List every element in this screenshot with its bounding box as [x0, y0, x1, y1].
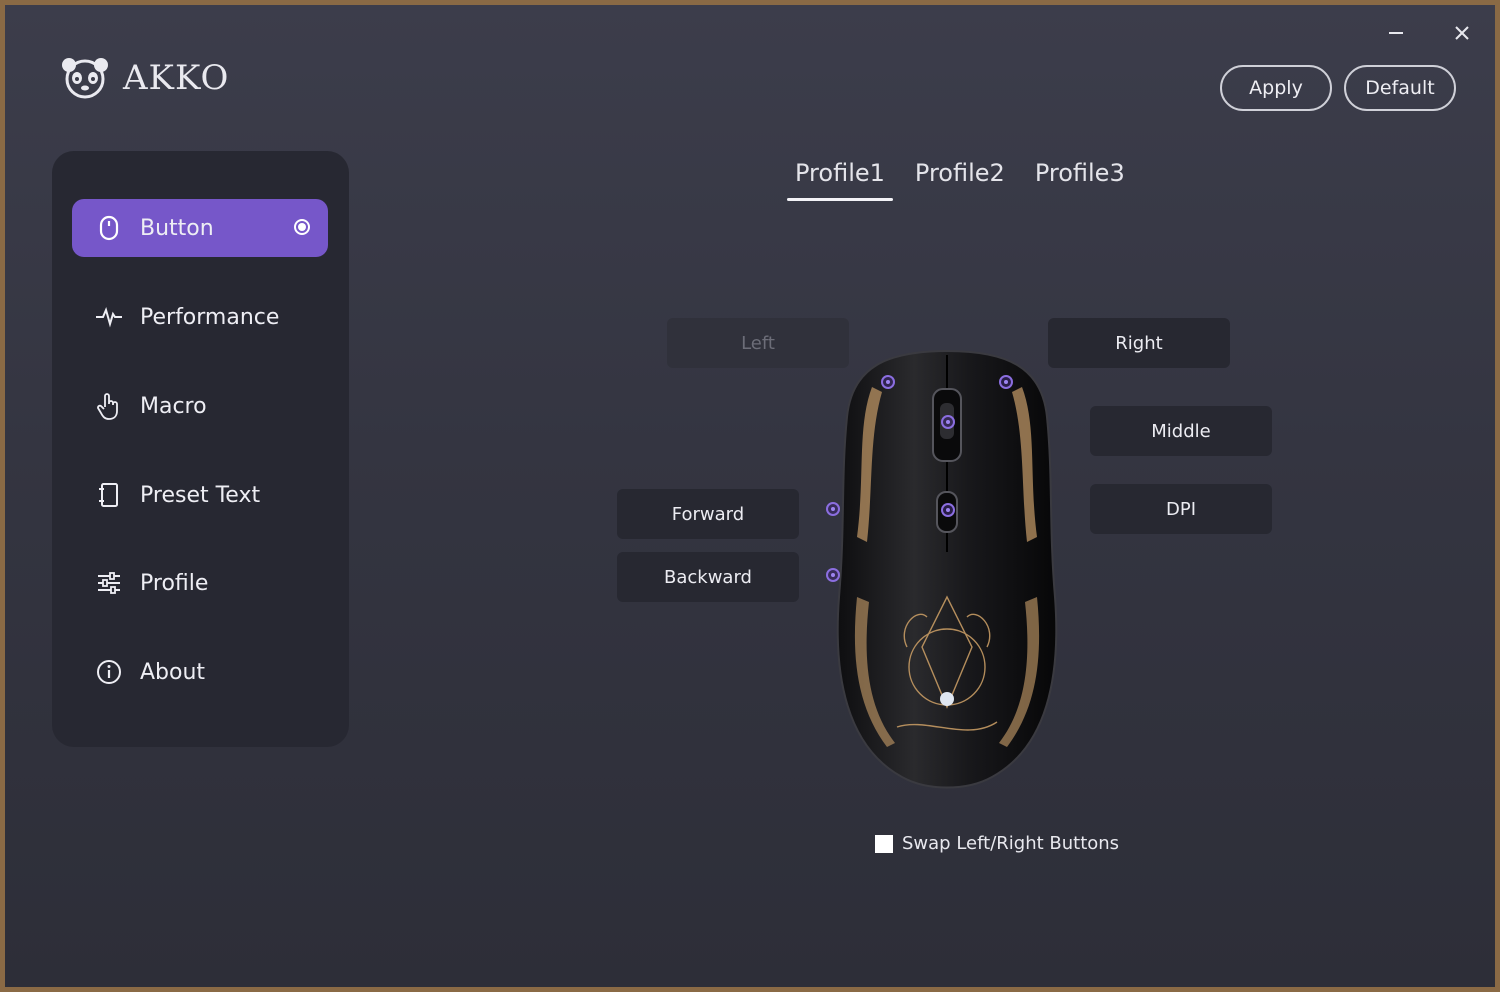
info-icon: [94, 657, 124, 687]
middle-button-assign[interactable]: Middle: [1090, 406, 1272, 456]
sidebar: Button Performance Macro Preset Text Pro…: [52, 151, 349, 747]
dpi-button-assign[interactable]: DPI: [1090, 484, 1272, 534]
backward-button-hotspot[interactable]: [826, 568, 840, 582]
sidebar-item-label: Preset Text: [140, 482, 261, 508]
swap-buttons-option[interactable]: Swap Left/Right Buttons: [875, 833, 1119, 854]
dpi-button-hotspot[interactable]: [941, 503, 955, 517]
active-indicator-icon: [294, 219, 310, 235]
right-button-assign[interactable]: Right: [1048, 318, 1230, 368]
backward-button-assign[interactable]: Backward: [617, 552, 799, 602]
hand-pointer-icon: [94, 391, 124, 421]
close-icon[interactable]: [1448, 19, 1476, 47]
swap-buttons-checkbox[interactable]: [875, 834, 893, 853]
sliders-icon: [94, 568, 124, 598]
app-logo: AKKO: [55, 53, 229, 103]
notebook-icon: [94, 480, 124, 510]
sidebar-item-macro[interactable]: Macro: [72, 377, 328, 435]
minimize-icon[interactable]: [1382, 19, 1410, 47]
panda-logo-icon: [62, 58, 108, 99]
sidebar-item-label: About: [140, 659, 206, 685]
sidebar-item-profile[interactable]: Profile: [72, 554, 328, 612]
left-button-hotspot[interactable]: [881, 375, 895, 389]
app-window: AKKO Apply Default Button Performance Ma…: [5, 5, 1495, 987]
tab-profile1[interactable]: Profile1: [787, 155, 893, 201]
brand-name: AKKO: [123, 58, 230, 98]
middle-button-hotspot[interactable]: [941, 415, 955, 429]
sidebar-item-preset-text[interactable]: Preset Text: [72, 466, 328, 524]
tab-profile3[interactable]: Profile3: [1027, 155, 1133, 197]
profile-tabs: Profile1 Profile2 Profile3: [787, 155, 1147, 201]
sidebar-item-label: Button: [140, 215, 214, 241]
pulse-icon: [94, 302, 124, 332]
tab-profile2[interactable]: Profile2: [907, 155, 1013, 197]
forward-button-hotspot[interactable]: [826, 502, 840, 516]
default-button[interactable]: Default: [1344, 65, 1456, 111]
sidebar-item-button[interactable]: Button: [72, 199, 328, 257]
swap-buttons-label: Swap Left/Right Buttons: [902, 833, 1120, 854]
apply-button[interactable]: Apply: [1220, 65, 1332, 111]
sidebar-item-performance[interactable]: Performance: [72, 288, 328, 346]
sidebar-item-label: Performance: [140, 304, 280, 330]
mouse-icon: [94, 213, 124, 243]
sidebar-item-about[interactable]: About: [72, 643, 328, 701]
sidebar-item-label: Profile: [140, 570, 209, 596]
left-button-assign[interactable]: Left: [667, 318, 849, 368]
right-button-hotspot[interactable]: [999, 375, 1013, 389]
forward-button-assign[interactable]: Forward: [617, 489, 799, 539]
sidebar-item-label: Macro: [140, 393, 207, 419]
